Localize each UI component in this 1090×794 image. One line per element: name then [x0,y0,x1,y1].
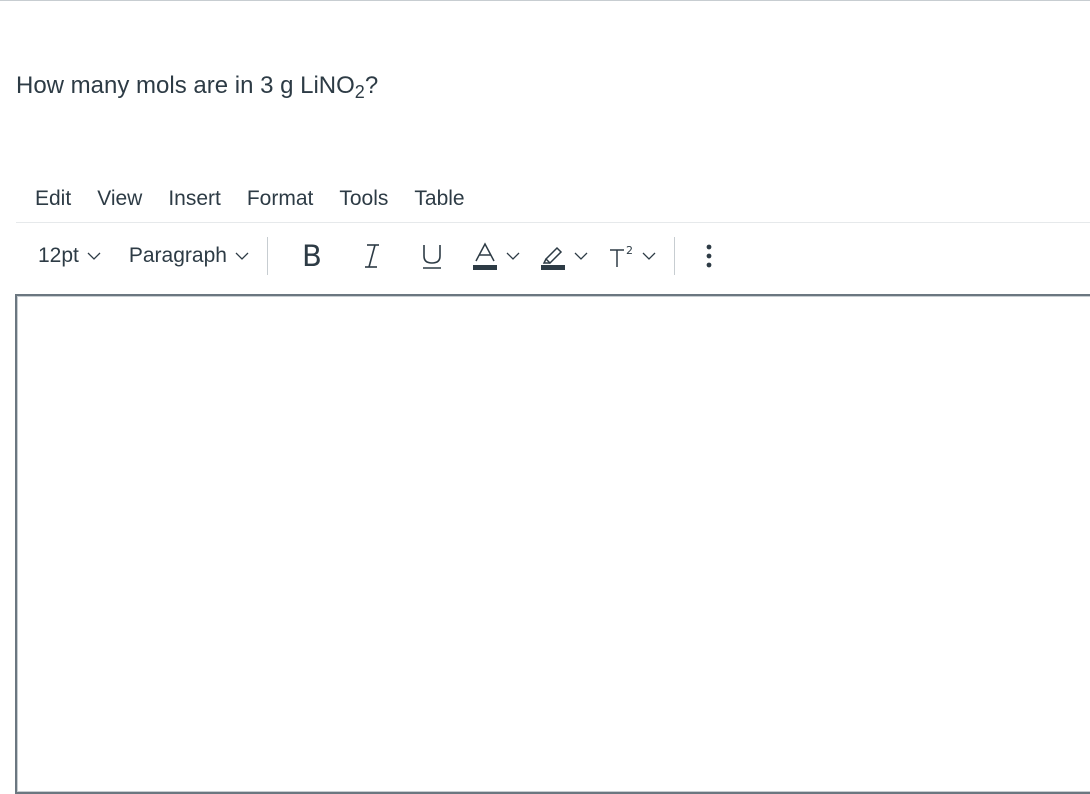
editor-toolbar: 12pt Paragraph B 2 [16,226,1090,286]
question-prefix: How many mols are in 3 g LiNO [16,72,355,99]
superscript-button[interactable]: 2 [608,236,656,276]
svg-text:2: 2 [626,244,633,257]
bold-icon: B [302,239,322,273]
block-format-value: Paragraph [128,244,227,267]
bold-button[interactable]: B [294,236,330,276]
underline-icon [422,245,441,269]
menu-tools[interactable]: Tools [326,187,401,211]
font-size-value: 12pt [38,244,79,267]
question-suffix: ? [364,72,379,99]
highlight-button[interactable] [540,236,588,276]
more-options-button[interactable] [699,236,719,276]
more-vertical-icon [706,244,712,268]
menu-insert[interactable]: Insert [155,187,234,211]
superscript-icon: 2 [609,244,633,267]
menu-table[interactable]: Table [401,187,477,211]
editor-menubar: Edit View Insert Format Tools Table [16,176,1090,223]
font-size-dropdown[interactable]: 12pt [38,244,101,268]
chevron-down-icon [642,252,656,260]
menu-format[interactable]: Format [234,187,327,211]
text-color-icon [472,242,497,270]
chevron-down-icon [87,252,101,260]
question-subscript: 2 [354,82,365,102]
underline-button[interactable] [412,236,452,276]
block-format-dropdown[interactable]: Paragraph [129,244,249,268]
italic-icon [364,244,379,268]
menu-edit[interactable]: Edit [16,187,84,211]
highlight-pen-icon [540,246,565,270]
toolbar-separator [673,237,675,275]
menu-view[interactable]: View [84,187,155,211]
toolbar-separator [266,237,268,275]
chevron-down-icon [506,252,520,260]
italic-button[interactable] [352,236,392,276]
top-divider [0,0,1090,1]
rich-text-editor-area[interactable] [15,294,1090,794]
text-color-button[interactable] [472,236,520,276]
question-text: How many mols are in 3 g LiNO2? [16,72,379,102]
chevron-down-icon [574,252,588,260]
chevron-down-icon [235,252,249,260]
